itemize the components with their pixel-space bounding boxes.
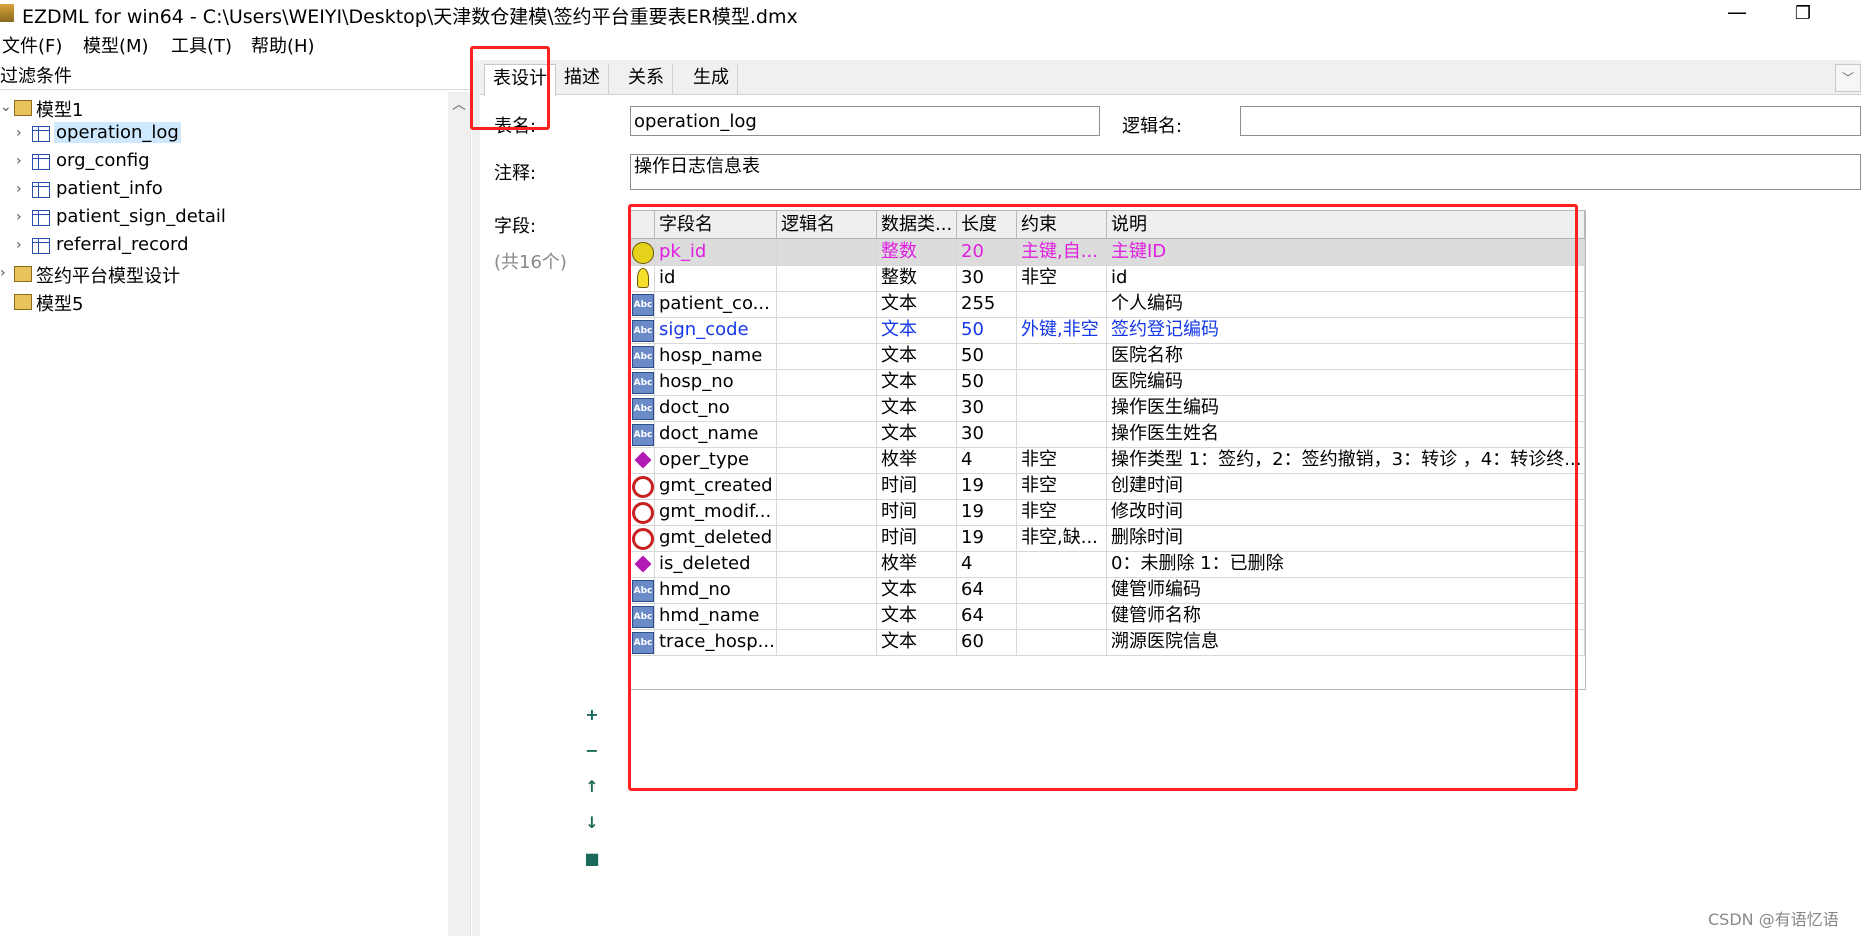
chevron-right-icon[interactable]: ›: [16, 209, 22, 225]
title-bar: EZDML for win64 - C:\Users\WEIYI\Desktop…: [0, 0, 1861, 28]
tree-node-referral-record[interactable]: › referral_record: [16, 234, 266, 260]
tree-node-label: org_config: [56, 150, 150, 171]
table-icon: [32, 210, 50, 226]
tree-node-label: 模型1: [36, 100, 84, 121]
table-icon: [32, 238, 50, 254]
tree-node-org-config[interactable]: › org_config: [16, 150, 266, 176]
folder-icon: [14, 266, 32, 282]
chevron-down-icon[interactable]: ⌄: [0, 99, 12, 115]
move-down-button[interactable]: ↓: [584, 815, 600, 831]
tree-node-label: 签约平台模型设计: [36, 266, 180, 287]
tree-node-patient-info[interactable]: › patient_info: [16, 178, 266, 204]
annotation-box-tab: [470, 46, 550, 130]
add-field-button[interactable]: +: [584, 707, 600, 723]
comment-label: 注释:: [494, 163, 537, 184]
tree-node-label: patient_info: [56, 178, 163, 199]
logic-name-input[interactable]: [1240, 106, 1861, 136]
model-tree-panel: 过滤条件 ⌄ 模型1 › operation_log › org_config …: [0, 60, 471, 936]
window-title: EZDML for win64 - C:\Users\WEIYI\Desktop…: [22, 6, 798, 28]
tree-node-patient-sign-detail[interactable]: › patient_sign_detail: [16, 206, 266, 232]
chevron-right-icon[interactable]: ›: [16, 125, 22, 141]
comment-textarea[interactable]: 操作日志信息表: [630, 154, 1861, 190]
tree-node-label: operation_log: [54, 122, 181, 143]
chevron-right-icon[interactable]: ›: [16, 237, 22, 253]
fields-label: 字段:: [494, 216, 537, 237]
remove-field-button[interactable]: −: [584, 743, 600, 759]
panel-splitter[interactable]: [472, 60, 480, 936]
tree-node-sign-platform-model[interactable]: › 签约平台模型设计: [0, 262, 250, 288]
tree-node-model5[interactable]: 模型5: [0, 290, 250, 316]
folder-icon: [14, 294, 32, 310]
maximize-button[interactable]: ❐: [1788, 0, 1818, 28]
app-icon: [0, 4, 14, 22]
tree-node-operation-log[interactable]: › operation_log: [16, 122, 266, 148]
menu-model[interactable]: 模型(M): [83, 32, 149, 58]
tree-node-label: referral_record: [56, 234, 189, 255]
fields-count: (共16个): [494, 252, 567, 273]
tab-relations[interactable]: 关系: [620, 64, 673, 94]
tree-node-label: patient_sign_detail: [56, 206, 226, 227]
filter-label[interactable]: 过滤条件: [0, 62, 72, 88]
menu-file[interactable]: 文件(F): [2, 32, 62, 58]
chevron-right-icon[interactable]: ›: [0, 265, 6, 281]
folder-icon: [14, 100, 32, 116]
tree-scrollbar[interactable]: ︿: [448, 92, 470, 936]
watermark: CSDN @有语忆语: [1708, 910, 1839, 929]
annotation-box-grid: [628, 204, 1578, 791]
minimize-button[interactable]: —: [1722, 0, 1752, 28]
scroll-up-icon[interactable]: ︿: [452, 94, 466, 114]
chevron-right-icon[interactable]: ›: [16, 153, 22, 169]
chevron-down-icon[interactable]: ﹀: [1835, 64, 1861, 92]
move-up-button[interactable]: ↑: [584, 779, 600, 795]
tab-description[interactable]: 描述: [556, 64, 609, 94]
tab-generate[interactable]: 生成: [685, 64, 738, 94]
table-icon: [32, 154, 50, 170]
table-name-input[interactable]: operation_log: [630, 106, 1100, 136]
logic-name-label: 逻辑名:: [1122, 116, 1183, 137]
chevron-right-icon[interactable]: ›: [16, 181, 22, 197]
field-menu-button[interactable]: ■: [584, 851, 600, 867]
filter-divider: [0, 89, 470, 90]
tree-node-model1[interactable]: ⌄ 模型1: [0, 96, 200, 122]
menu-tools[interactable]: 工具(T): [171, 32, 232, 58]
menu-help[interactable]: 帮助(H): [251, 32, 315, 58]
table-icon: [32, 126, 50, 142]
tab-bar: 表设计 描述 关系 生成 ﹀: [480, 60, 1861, 96]
table-icon: [32, 182, 50, 198]
tree-node-label: 模型5: [36, 294, 84, 315]
